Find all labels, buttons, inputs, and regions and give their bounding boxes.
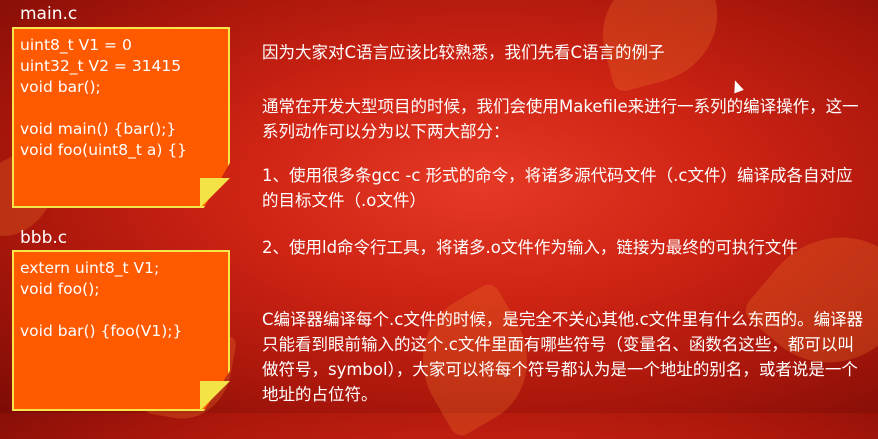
paragraph-step-2: 2、使用ld命令行工具，将诸多.o文件作为输入，链接为最终的可执行文件 <box>262 238 798 257</box>
paragraph-makefile: 通常在开发大型项目的时候，我们会使用Makefile来进行一系列的编译操作，这一… <box>262 97 859 141</box>
code-line: void foo(uint8_t a) {} <box>20 141 188 159</box>
code-note-bbb-c: extern uint8_t V1; void foo(); void bar(… <box>12 250 230 411</box>
code-line: extern uint8_t V1; <box>20 259 160 277</box>
paragraph-compiler: C编译器编译每个.c文件的时候，是完全不关心其他.c文件里有什么东西的。编译器只… <box>262 310 864 404</box>
code-line: void bar() {foo(V1);} <box>20 322 183 340</box>
code-note-main-c: uint8_t V1 = 0 uint32_t V2 = 31415 void … <box>12 27 230 208</box>
code-line: void bar(); <box>20 78 101 96</box>
code-line: uint32_t V2 = 31415 <box>20 57 182 75</box>
paragraph-intro: 因为大家对C语言应该比较熟悉，我们先看C语言的例子 <box>262 43 665 62</box>
code-line: uint8_t V1 = 0 <box>20 36 132 54</box>
file-label-main-c: main.c <box>20 4 78 24</box>
file-label-bbb-c: bbb.c <box>20 228 68 248</box>
code-line: void main() {bar();} <box>20 120 177 138</box>
page-fold-icon <box>200 381 230 411</box>
paragraph-step-1: 1、使用很多条gcc -c 形式的命令，将诸多源代码文件（.c文件）编译成各自对… <box>262 166 853 210</box>
code-line: void foo(); <box>20 280 100 298</box>
page-fold-icon <box>200 178 230 208</box>
explanation-text: 因为大家对C语言应该比较熟悉，我们先看C语言的例子 通常在开发大型项目的时候，我… <box>262 0 868 413</box>
